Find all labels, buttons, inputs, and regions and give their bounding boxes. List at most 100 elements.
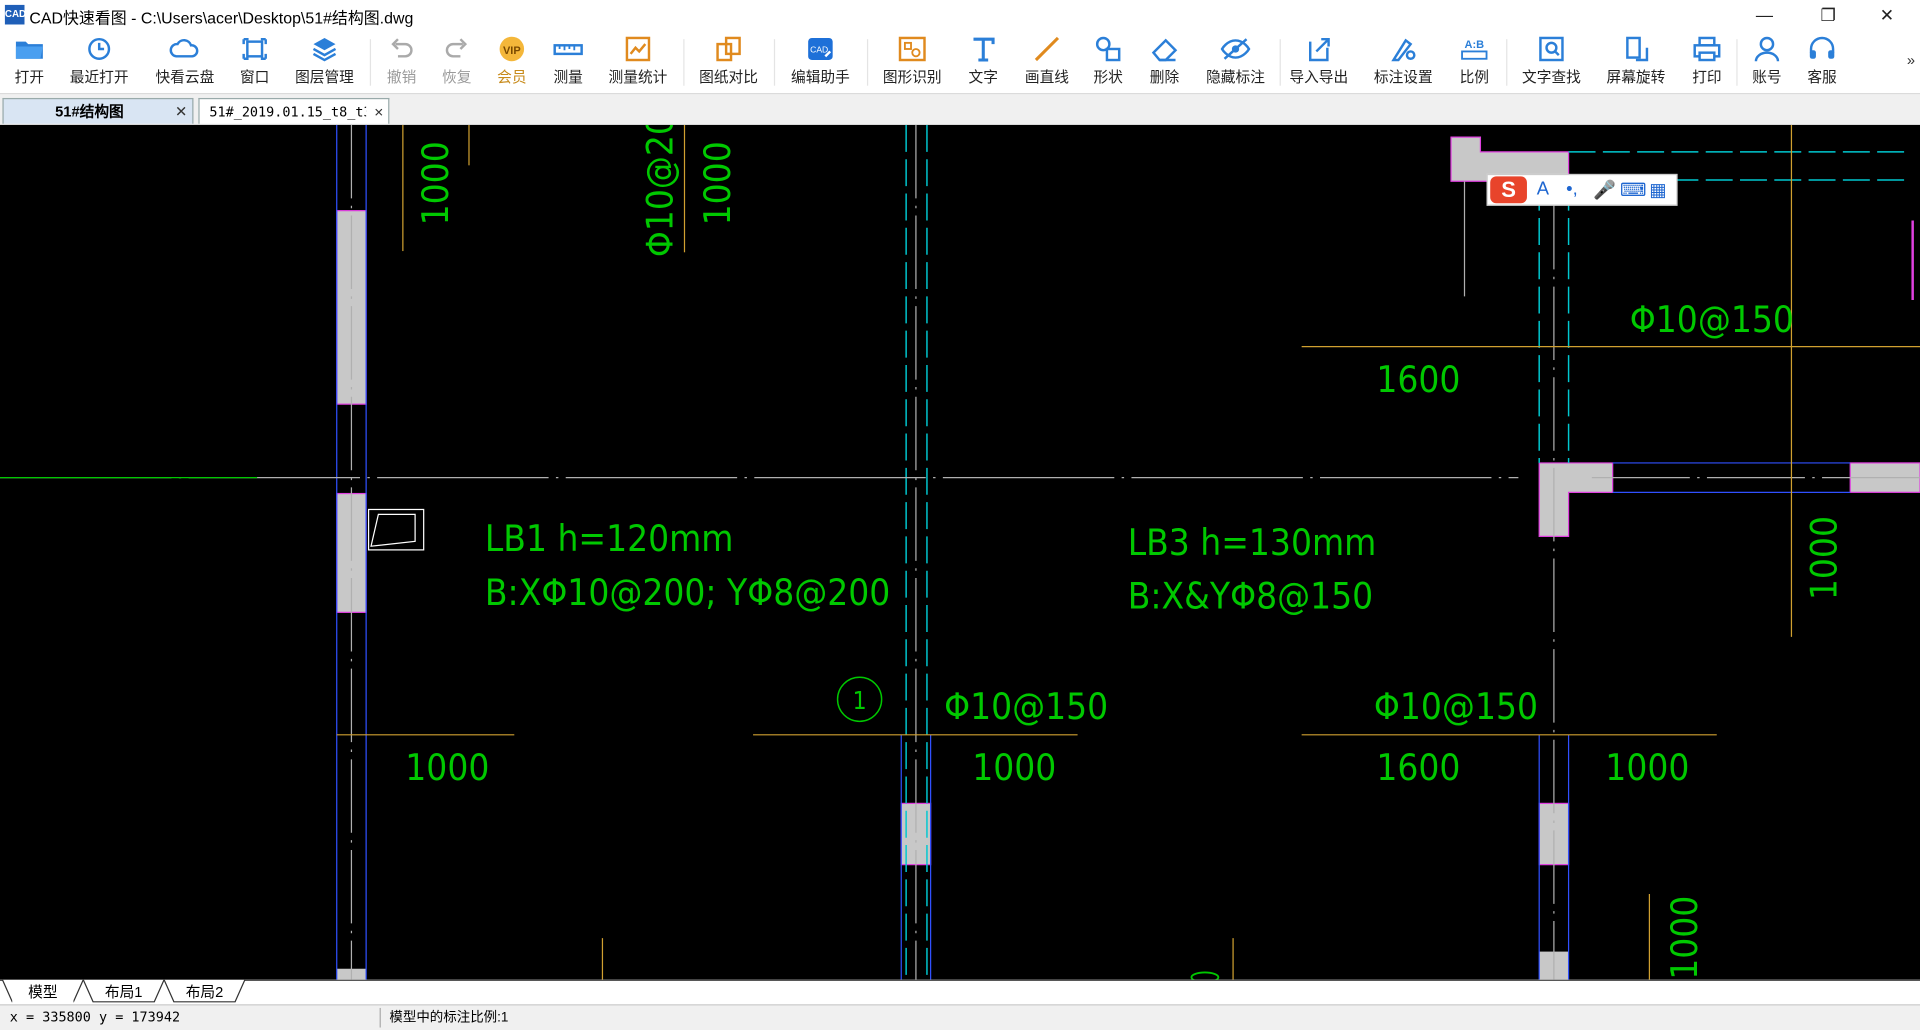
open-button[interactable]: 打开: [7, 34, 51, 90]
toolbar-separator: [866, 39, 869, 86]
account-label: 账号: [1752, 68, 1782, 86]
edit-assistant-label: 编辑助手: [791, 68, 850, 86]
shape-recognition-icon: [898, 36, 926, 62]
restore-button[interactable]: ❐: [1800, 0, 1856, 29]
window-icon: [242, 37, 267, 61]
close-window-button[interactable]: ✕: [1859, 0, 1915, 29]
text-search-button[interactable]: 文字查找: [1516, 34, 1587, 90]
import-export-icon: [1308, 37, 1330, 62]
text-icon: [973, 37, 995, 62]
hide-eye-icon: [1220, 38, 1251, 60]
recent-button[interactable]: 最近打开: [64, 34, 135, 90]
dim-1000-right: 1000: [1803, 516, 1846, 600]
shape-recognition-label: 图形识别: [882, 68, 942, 86]
compare-icon: [716, 36, 741, 62]
print-button[interactable]: 打印: [1685, 34, 1729, 90]
tab-model[interactable]: 模型: [12, 980, 74, 1005]
ime-punctuation-icon[interactable]: •,: [1566, 179, 1578, 200]
rotate-screen-label: 屏幕旋转: [1606, 68, 1666, 86]
shape-recognition-button[interactable]: 图形识别: [877, 34, 948, 90]
dim-1600-top: 1600: [1376, 358, 1460, 401]
hide-annotation-button[interactable]: 隐藏标注: [1200, 34, 1271, 90]
ime-toolbar[interactable]: S A •, 🎤 ⌨ ▦: [1486, 173, 1678, 206]
measure-button[interactable]: 测量: [546, 34, 590, 90]
close-tab-icon[interactable]: ✕: [374, 99, 383, 125]
rotate-screen-button[interactable]: 屏幕旋转: [1600, 34, 1671, 90]
annotation-settings-icon: [1391, 38, 1416, 62]
vip-button[interactable]: VIP 会员: [490, 34, 534, 90]
layer-manager-button[interactable]: 图层管理: [289, 34, 360, 90]
compare-button[interactable]: 图纸对比: [693, 34, 764, 90]
measure-stats-label: 测量统计: [608, 68, 668, 86]
window-button[interactable]: 窗口: [233, 34, 277, 90]
annotation-scale-text: 模型中的标注比例:1: [389, 1010, 509, 1026]
title-bar: CAD CAD快速看图 - C:\Users\acer\Desktop\51#结…: [0, 0, 1920, 30]
ime-menu-icon[interactable]: ▦: [1649, 179, 1666, 201]
status-divider: [379, 1007, 381, 1028]
scale-button[interactable]: A:B 比例: [1452, 34, 1496, 90]
ruler-icon: [553, 44, 583, 56]
document-tab-bar: 51#结构图 ✕ 51#_2019.01.15_t8_t3 ✕: [0, 94, 1920, 127]
toolbar-separator: [1506, 39, 1508, 86]
redo-button[interactable]: 恢复: [435, 34, 479, 90]
edit-assistant-icon: CAD: [808, 37, 833, 61]
delete-button[interactable]: 删除: [1142, 34, 1186, 90]
keyboard-icon[interactable]: ⌨: [1620, 179, 1647, 201]
layer-manager-label: 图层管理: [295, 68, 354, 86]
measure-label: 测量: [553, 68, 583, 86]
text-button[interactable]: 文字: [961, 34, 1005, 90]
svg-text:VIP: VIP: [503, 45, 521, 57]
tab-layout2[interactable]: 布局2: [174, 981, 235, 1004]
tab-structure-drawing[interactable]: 51#结构图 ✕: [2, 97, 194, 125]
measure-stats-button[interactable]: 测量统计: [602, 34, 673, 90]
undo-button[interactable]: 撤销: [380, 34, 424, 90]
layout-tab-bar: 模型 布局1 布局2: [0, 979, 1920, 1006]
printer-icon: [1693, 36, 1721, 62]
dim-bottom-1: 1000: [405, 746, 489, 789]
cursor-coordinates: x = 335800 y = 173942: [9, 1009, 181, 1026]
dim-bottom-4: 1000: [1605, 746, 1689, 789]
slab-lb3-title: LB3 h=130mm: [1128, 521, 1377, 564]
redo-label: 恢复: [442, 68, 472, 86]
microphone-icon[interactable]: 🎤: [1593, 179, 1616, 201]
axis-label: 1: [853, 686, 867, 715]
tab-label: 51#_2019.01.15_t8_t3: [209, 104, 367, 121]
rebar-spacing-middle: Φ10@150: [944, 685, 1108, 728]
sogou-logo-icon[interactable]: S: [1490, 176, 1527, 204]
drawing-canvas[interactable]: 1 1000 Φ10@200 1000 1000 1000 Φ10@150 16…: [0, 124, 1920, 980]
compare-label: 图纸对比: [699, 68, 758, 86]
account-button[interactable]: 账号: [1745, 34, 1789, 90]
edit-assistant-button[interactable]: CAD 编辑助手: [785, 34, 856, 90]
shapes-button[interactable]: 形状: [1086, 34, 1130, 90]
annotation-settings-button[interactable]: 标注设置: [1368, 34, 1439, 90]
dim-1000-top-left: 1000: [414, 141, 457, 225]
toolbar-overflow-button[interactable]: »: [1907, 51, 1915, 68]
cloud-drive-button[interactable]: 快看云盘: [149, 34, 220, 90]
tab-structure-drawing-2019[interactable]: 51#_2019.01.15_t8_t3 ✕: [198, 97, 390, 125]
text-label: 文字: [968, 68, 998, 86]
open-label: 打开: [14, 68, 45, 86]
clock-icon: [88, 37, 111, 61]
ime-mode-icon[interactable]: A: [1537, 179, 1549, 200]
wall-corner: [1538, 462, 1614, 538]
customer-service-button[interactable]: 客服: [1800, 34, 1844, 90]
annotation-settings-label: 标注设置: [1373, 68, 1433, 86]
rebar-spacing-top: Φ10@200: [638, 125, 681, 257]
close-tab-icon[interactable]: ✕: [175, 99, 187, 125]
import-export-label: 导入导出: [1289, 68, 1349, 86]
toolbar-separator: [773, 39, 776, 86]
measure-stats-icon: [625, 36, 651, 62]
dim-1000-bottom-right: 1000: [1663, 896, 1706, 980]
minimize-button[interactable]: —: [1736, 0, 1792, 29]
window-label: 窗口: [239, 68, 270, 86]
undo-label: 撤销: [386, 68, 417, 86]
draw-line-button[interactable]: 画直线: [1020, 34, 1074, 90]
scale-label: 比例: [1459, 68, 1489, 86]
toolbar-separator: [683, 39, 685, 86]
line-icon: [1034, 36, 1060, 62]
import-export-button[interactable]: 导入导出: [1283, 34, 1354, 90]
window-title: CAD快速看图 - C:\Users\acer\Desktop\51#结构图.d…: [29, 8, 414, 27]
svg-text:CAD: CAD: [810, 45, 828, 55]
toolbar-separator: [1736, 39, 1738, 86]
tab-layout1[interactable]: 布局1: [93, 981, 154, 1004]
